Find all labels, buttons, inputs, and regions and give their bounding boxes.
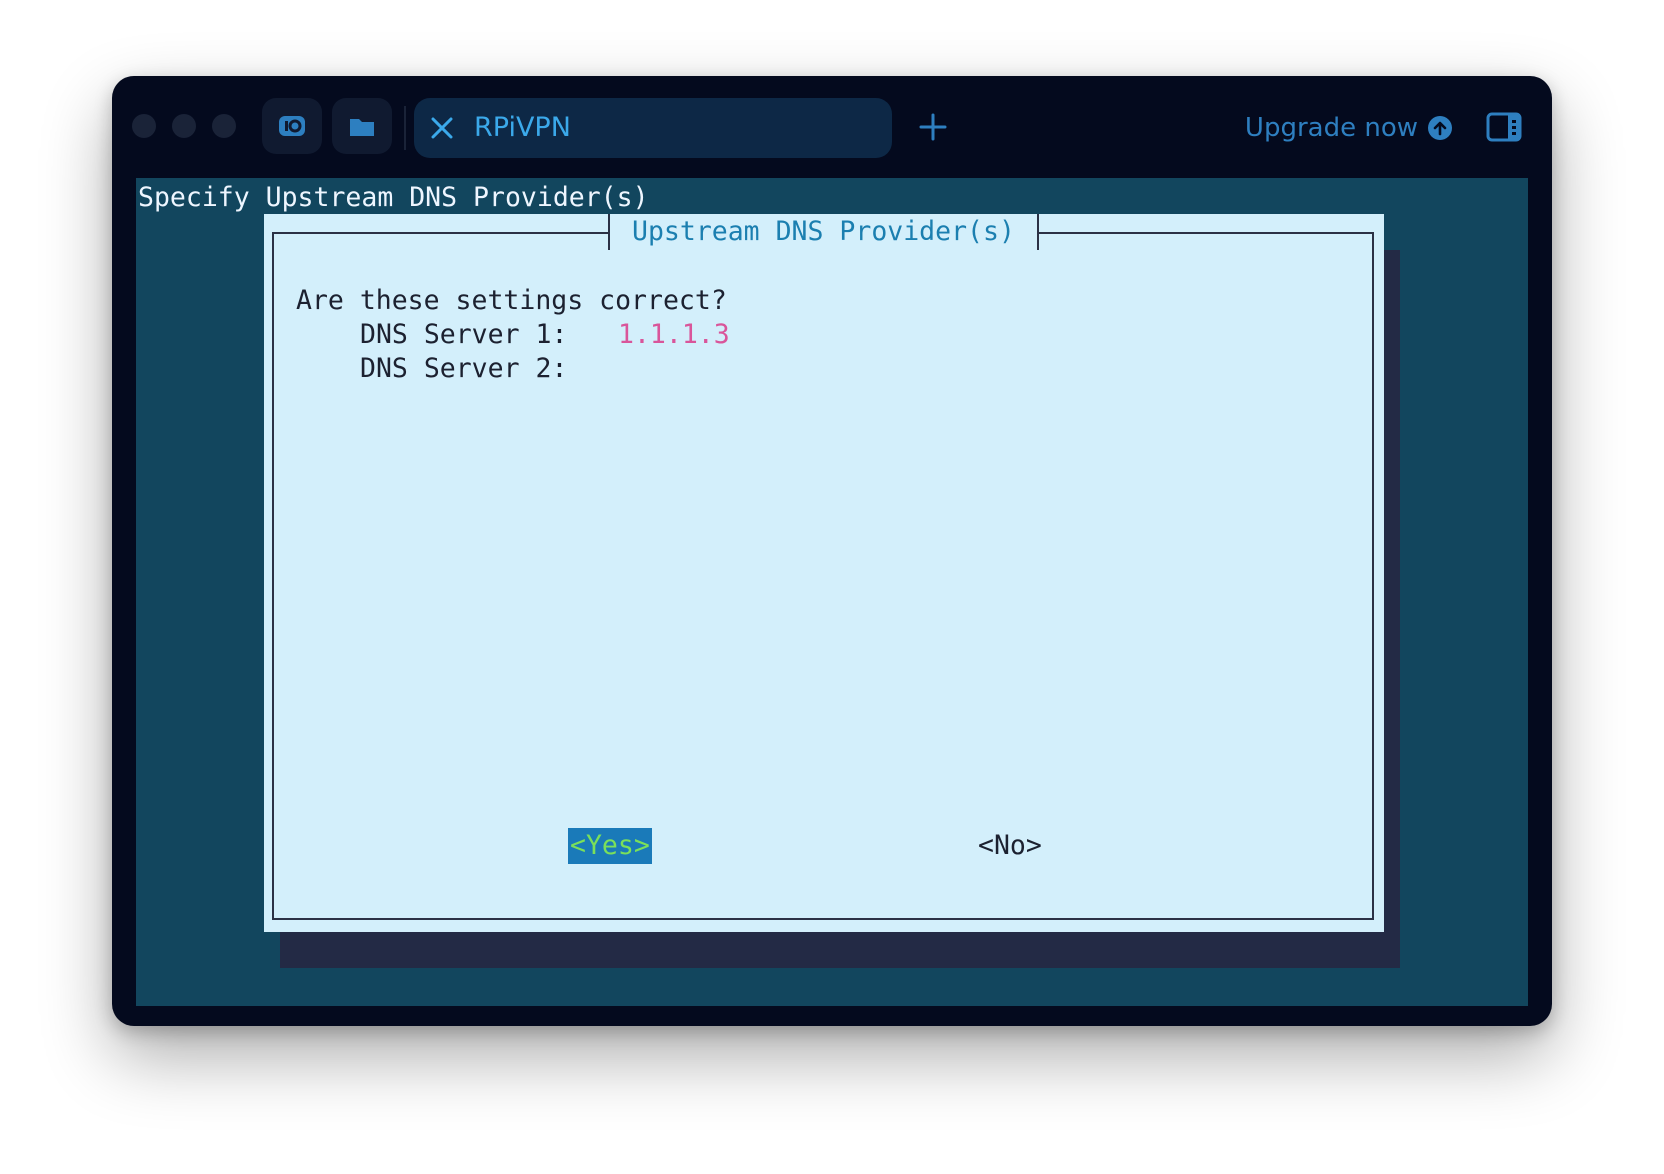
dns-server-1-label: DNS Server 1: (360, 319, 568, 350)
window-close-button[interactable] (132, 114, 156, 138)
dns-server-1-value: 1.1.1.3 (618, 319, 730, 350)
upgrade-button[interactable]: Upgrade now (1245, 102, 1452, 154)
terminal-area[interactable]: Specify Upstream DNS Provider(s) Upstrea… (136, 178, 1528, 1006)
sidebar-toggle-icon[interactable] (1486, 112, 1522, 142)
screen-title: Specify Upstream DNS Provider(s) (138, 182, 649, 213)
snippets-icon (279, 116, 305, 136)
tab-rpivpn[interactable]: RPiVPN (414, 98, 892, 158)
close-icon[interactable] (428, 114, 456, 142)
toolbar-divider (404, 106, 406, 150)
dns-server-2-label: DNS Server 2: (360, 353, 568, 384)
terminal-window: RPiVPN Upgrade now Specify Upstream DNS … (112, 76, 1552, 1026)
arrow-up-circle-icon (1428, 116, 1452, 140)
snippets-button[interactable] (262, 98, 322, 154)
confirm-dialog: Upstream DNS Provider(s) Are these setti… (264, 214, 1384, 932)
dialog-question: Are these settings correct? (296, 285, 727, 316)
tab-title: RPiVPN (474, 112, 571, 143)
yes-button[interactable]: <Yes> (568, 828, 652, 864)
window-minimize-button[interactable] (172, 114, 196, 138)
folder-icon (350, 119, 374, 136)
dialog-title: Upstream DNS Provider(s) (608, 214, 1039, 250)
plus-icon[interactable] (918, 112, 948, 142)
window-zoom-button[interactable] (212, 114, 236, 138)
upgrade-label: Upgrade now (1244, 113, 1418, 143)
no-button[interactable]: <No> (978, 828, 1042, 864)
file-browser-button[interactable] (332, 98, 392, 154)
